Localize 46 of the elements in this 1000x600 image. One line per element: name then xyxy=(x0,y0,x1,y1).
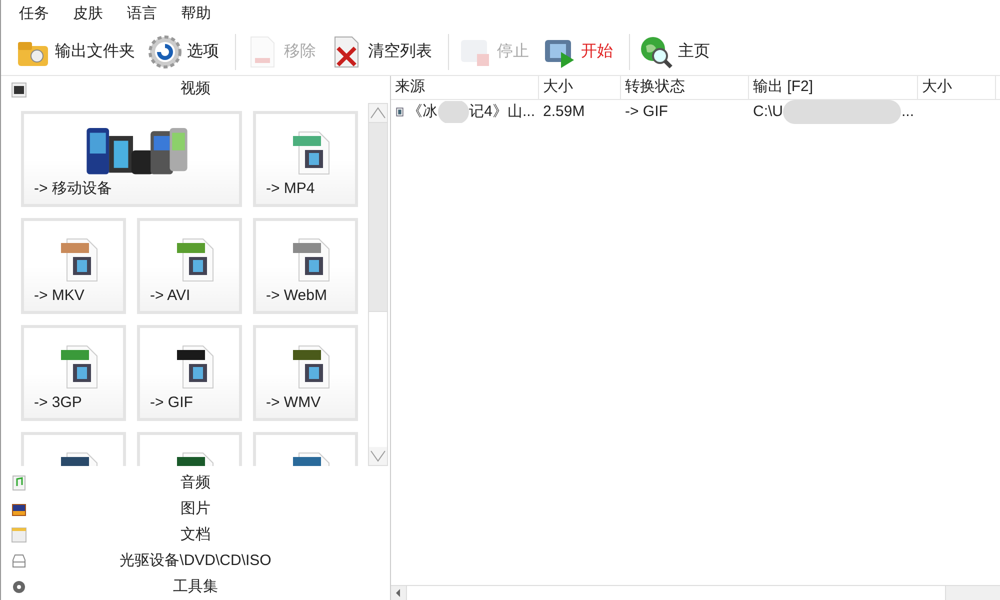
category-item[interactable]: 图片 xyxy=(1,496,390,522)
format-tile[interactable]: -> AVI xyxy=(137,218,242,314)
menu-item[interactable]: 任务 xyxy=(19,2,49,26)
format-tile[interactable]: -> GIF xyxy=(137,325,242,422)
gear-icon xyxy=(147,34,183,70)
music-note-icon xyxy=(11,475,27,491)
format-tile[interactable]: -> MKV xyxy=(21,218,126,314)
format-tile[interactable]: -> 3GP xyxy=(21,325,126,422)
column-header[interactable]: 来源 xyxy=(391,76,539,99)
table-cell-text: ... xyxy=(901,102,914,122)
document-icon xyxy=(11,527,27,543)
menu-item[interactable]: 帮助 xyxy=(181,2,211,26)
scroll-thumb[interactable] xyxy=(406,586,946,600)
menu-item[interactable]: 语言 xyxy=(127,2,157,26)
column-header[interactable]: 大小 xyxy=(918,76,996,99)
format-tile[interactable]: -> WebM xyxy=(253,218,358,314)
column-header[interactable]: 转换状态 xyxy=(621,76,749,99)
category-item[interactable]: 文档 xyxy=(1,522,390,548)
toolbar-button[interactable]: 开始 xyxy=(539,30,623,74)
table-row[interactable]: 《冰 记4》山... 2.59M -> GIF C:\U ... xyxy=(391,100,1000,124)
column-header[interactable]: 大小 xyxy=(539,76,621,99)
table-cell: 2.59M xyxy=(543,102,585,120)
table-cell-text: 《冰 xyxy=(408,102,438,122)
scrollbar[interactable] xyxy=(368,103,388,466)
column-header[interactable]: 输出 [F2] xyxy=(749,76,918,99)
scroll-thumb[interactable] xyxy=(369,122,387,312)
toolbar-button[interactable]: 选项 xyxy=(145,30,229,74)
toolbar-button[interactable]: 输出文件夹 xyxy=(13,30,145,74)
category-item[interactable]: 工具集 xyxy=(1,574,390,600)
format-tile[interactable]: -> MP4 xyxy=(253,111,358,208)
picture-icon xyxy=(11,501,27,517)
category-item[interactable]: 光驱设备\DVD\CD\ISO xyxy=(1,548,390,574)
drive-icon xyxy=(11,553,27,569)
toolbar-button[interactable]: 主页 xyxy=(636,30,720,74)
toolbar-button[interactable]: 清空列表 xyxy=(326,30,442,74)
category-item[interactable]: 音频 xyxy=(1,470,390,496)
menu-item[interactable]: 皮肤 xyxy=(73,2,103,26)
format-tile[interactable]: -> WMV xyxy=(253,325,358,422)
table-cell-text: C:\U xyxy=(753,102,783,122)
file-icon xyxy=(395,106,404,118)
panel-title: 视频 xyxy=(180,79,212,100)
table-cell: -> GIF xyxy=(625,102,668,120)
horizontal-scrollbar[interactable] xyxy=(391,585,1000,600)
format-tile[interactable]: -> 移动设备 xyxy=(21,111,242,208)
tools-icon xyxy=(11,579,27,595)
table-cell-text: 记4》山... xyxy=(469,102,535,122)
